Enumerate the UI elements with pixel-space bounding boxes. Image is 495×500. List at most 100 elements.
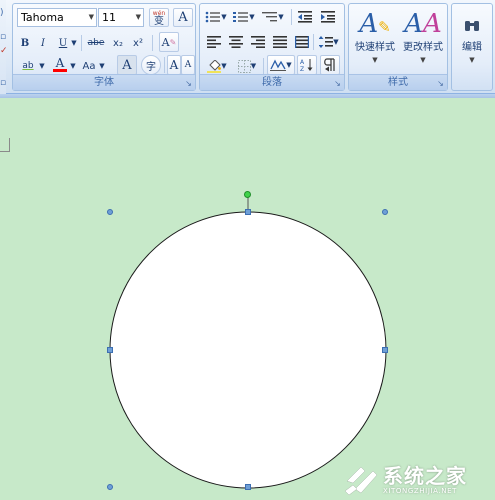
bullets-button[interactable]: ▼: [204, 8, 228, 26]
numbering-icon: [233, 12, 249, 22]
chevron-down-icon[interactable]: ▼: [69, 57, 77, 75]
editing-button[interactable]: 编辑 ▼: [454, 8, 490, 74]
resize-handle-bottom[interactable]: [245, 484, 251, 490]
site-watermark: 系统之家 XITONGZHIJIA.NET: [341, 458, 489, 500]
multilevel-list-button[interactable]: ▼: [260, 8, 286, 26]
chevron-down-icon[interactable]: ▼: [286, 61, 291, 69]
justify-icon: [273, 36, 287, 48]
phonetic-guide-button[interactable]: wén 变: [149, 8, 169, 27]
character-shading-button[interactable]: A: [117, 55, 137, 75]
eraser-icon: ✎: [169, 37, 177, 47]
chevron-down-icon[interactable]: ▼: [70, 34, 78, 52]
quick-styles-button[interactable]: A✎ 快速样式 ▼: [351, 8, 399, 74]
styles-group: A✎ 快速样式 ▼ AA 更改样式 ▼ 样式 ↘: [348, 3, 448, 91]
chevron-down-icon[interactable]: ▼: [136, 9, 141, 26]
align-center-icon: [229, 36, 243, 48]
phonetic-char: 变: [154, 15, 164, 27]
resize-handle-bottom-left[interactable]: [107, 484, 113, 490]
show-hide-marks-button[interactable]: [320, 55, 340, 75]
dialog-launcher-icon[interactable]: ↘: [333, 79, 342, 88]
clipboard-launcher-icon[interactable]: ▫: [0, 78, 6, 88]
align-right-button[interactable]: [248, 33, 268, 51]
italic-button[interactable]: I: [35, 34, 51, 52]
document-canvas[interactable]: 系统之家 XITONGZHIJIA.NET: [0, 98, 495, 500]
font-color-button[interactable]: A: [50, 56, 70, 74]
circle-shape[interactable]: [109, 211, 387, 489]
subscript-button[interactable]: x₂: [109, 34, 127, 52]
chevron-down-icon[interactable]: ▼: [221, 13, 226, 21]
resize-handle-left[interactable]: [107, 347, 113, 353]
chevron-down-icon[interactable]: ▼: [420, 54, 425, 66]
character-border-button[interactable]: A: [173, 8, 193, 27]
chevron-down-icon[interactable]: ▼: [221, 62, 226, 70]
separator: [164, 57, 165, 73]
resize-handle-right[interactable]: [382, 347, 388, 353]
paragraph-group: ▼ ▼ ▼ ▼ ▼ ▼ ▼ A Z 段落 ↘: [199, 3, 345, 91]
chevron-down-icon[interactable]: ▼: [333, 38, 338, 46]
sort-icon: A Z: [300, 59, 313, 72]
enclose-characters-button[interactable]: 字: [141, 55, 161, 75]
sort-button[interactable]: A Z: [297, 55, 317, 75]
separator: [81, 35, 82, 51]
decrease-indent-button[interactable]: [295, 8, 315, 26]
resize-handle-top-right[interactable]: [382, 209, 388, 215]
superscript-button[interactable]: x²: [129, 34, 147, 52]
chevron-down-icon[interactable]: ▼: [278, 13, 283, 21]
clear-formatting-button[interactable]: A ✎: [159, 32, 179, 52]
increase-indent-button[interactable]: [318, 8, 338, 26]
paragraph-group-label: 段落: [200, 74, 344, 90]
text-highlight-button[interactable]: ab: [17, 57, 39, 75]
shading-button[interactable]: ▼: [204, 57, 230, 75]
borders-button[interactable]: ▼: [234, 57, 260, 75]
chevron-down-icon[interactable]: ▼: [372, 54, 377, 66]
rotate-handle[interactable]: [244, 191, 251, 198]
clear-format-letter: A: [161, 35, 170, 49]
copy-edge-icon[interactable]: ▫: [0, 32, 6, 42]
align-center-button[interactable]: [226, 33, 246, 51]
font-name-value: Tahoma: [21, 11, 64, 24]
borders-icon: [237, 59, 251, 73]
change-styles-button[interactable]: AA 更改样式 ▼: [399, 8, 447, 74]
format-painter-edge-icon[interactable]: ✓: [0, 46, 8, 56]
chevron-down-icon[interactable]: ▼: [38, 57, 46, 75]
bold-button[interactable]: B: [17, 34, 33, 52]
binoculars-icon: [464, 8, 480, 42]
font-size-combo[interactable]: 11 ▼: [98, 8, 144, 27]
numbering-button[interactable]: ▼: [232, 8, 256, 26]
chevron-down-icon[interactable]: ▼: [89, 9, 94, 26]
quick-styles-label: 快速样式: [355, 42, 395, 53]
clipboard-edge-icon[interactable]: ): [0, 8, 4, 18]
change-case-button[interactable]: Aa: [79, 57, 99, 75]
shrink-font-button[interactable]: A: [181, 55, 195, 75]
line-spacing-button[interactable]: ▼: [316, 33, 342, 51]
bullets-icon: [205, 11, 221, 23]
font-group: Tahoma ▼ 11 ▼ wén 变 A B I U ▼ abe x₂ x² …: [12, 3, 196, 91]
svg-text:A: A: [300, 59, 305, 66]
watermark-logo-icon: [344, 466, 378, 496]
chevron-down-icon[interactable]: ▼: [98, 57, 106, 75]
strikethrough-button[interactable]: abe: [85, 34, 107, 52]
font-color-bar: [53, 69, 67, 72]
align-left-button[interactable]: [204, 33, 224, 51]
chevron-down-icon[interactable]: ▼: [249, 13, 254, 21]
grow-font-button[interactable]: A: [167, 55, 181, 75]
font-group-label: 字体: [13, 74, 195, 90]
resize-handle-top[interactable]: [245, 209, 251, 215]
chevron-down-icon[interactable]: ▼: [469, 54, 474, 66]
distributed-button[interactable]: [292, 33, 312, 51]
svg-text:Z: Z: [300, 66, 304, 72]
justify-button[interactable]: [270, 33, 290, 51]
change-styles-icon: AA: [404, 9, 442, 39]
editing-group: 编辑 ▼: [451, 3, 493, 91]
chinese-layout-button[interactable]: ▼: [267, 55, 295, 75]
dialog-launcher-icon[interactable]: ↘: [184, 79, 193, 88]
resize-handle-top-left[interactable]: [107, 209, 113, 215]
quick-styles-icon: A✎: [359, 9, 391, 39]
dialog-launcher-icon[interactable]: ↘: [436, 79, 445, 88]
font-name-combo[interactable]: Tahoma ▼: [17, 8, 97, 27]
chevron-down-icon[interactable]: ▼: [251, 62, 256, 70]
underline-button[interactable]: U: [55, 34, 71, 52]
watermark-title: 系统之家: [383, 464, 467, 488]
styles-group-label: 样式: [349, 74, 447, 90]
decrease-indent-icon: [298, 11, 312, 23]
